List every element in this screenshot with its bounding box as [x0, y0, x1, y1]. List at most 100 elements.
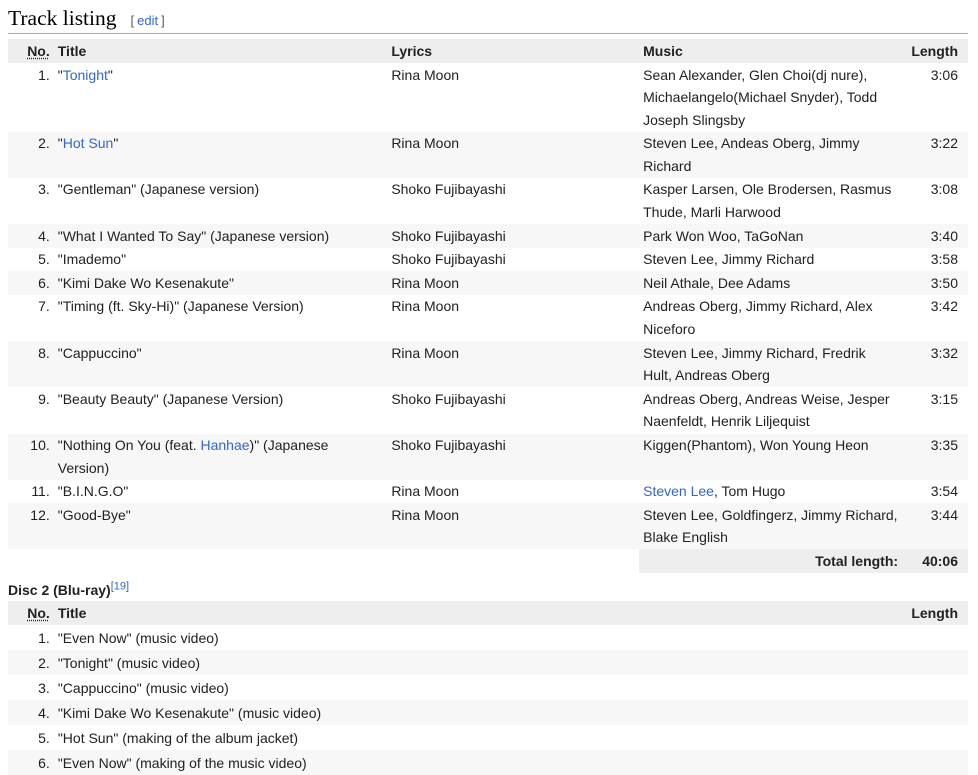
table-row: 3. "Gentleman" (Japanese version) Shoko Fu…	[8, 178, 968, 224]
track-number: 6.	[8, 271, 54, 295]
table-row: 7. "Timing (ft. Sky-Hi)" (Japanese Versio…	[8, 295, 968, 341]
track-length: 3:44	[902, 503, 968, 550]
track-length: 3:32	[902, 341, 968, 388]
track-number: 2.	[8, 131, 54, 178]
title-link[interactable]: Tonight	[63, 67, 108, 83]
track-lyrics: Rina Moon	[391, 298, 460, 315]
track-length: 3:58	[930, 251, 958, 268]
track-number: 12.	[8, 503, 54, 550]
track-number: 4.	[8, 224, 54, 248]
track-lyrics: Rina Moon	[387, 503, 640, 550]
track-title: "Nothing On You (feat. Hanhae)" (Japanes…	[53, 433, 388, 480]
table-row: 2. "Tonight" (music video)	[8, 650, 968, 676]
track-lyrics: Rina Moon	[391, 483, 460, 500]
track-length: 3:54	[930, 483, 958, 500]
track-lyrics: Rina Moon	[387, 341, 640, 388]
track-music: Steven Lee, Jimmy Richard, Fredrik Hult,…	[639, 341, 903, 388]
title-link[interactable]: Hot Sun	[63, 135, 114, 151]
track-title: "Gentleman" (Japanese version)	[57, 181, 260, 198]
track-title: "Tonight" (music video)	[53, 650, 903, 676]
header-length: Length	[902, 601, 968, 626]
track-title: "Good-Bye"	[53, 503, 388, 550]
edit-link[interactable]: edit	[137, 13, 158, 28]
track-lyrics: Rina Moon	[387, 271, 640, 295]
track-length: 3:06	[930, 66, 958, 83]
track-number: 6.	[8, 750, 54, 775]
track-length	[902, 625, 968, 650]
table-row: 6. "Even Now" (making of the music video)	[8, 750, 968, 775]
table-row: 8. "Cappuccino" Rina Moon Steven Lee, Jimmy…	[8, 341, 968, 388]
disc1-tracklist-table: No. Title Lyrics Music Length 1. "Tonight…	[8, 39, 968, 574]
track-lyrics: Rina Moon	[387, 131, 640, 178]
track-title: "Cappuccino" (music video)	[57, 679, 229, 696]
track-title: "Hot Sun" (making of the album jacket)	[57, 729, 299, 746]
section-heading: Track listing [edit]	[8, 0, 968, 34]
total-label: Total length:	[639, 549, 903, 574]
track-music: Kasper Larsen, Ole Brodersen, Rasmus Thu…	[643, 181, 892, 221]
track-title: "Even Now" (music video)	[57, 629, 219, 646]
header-title: Title	[53, 39, 388, 63]
track-lyrics: Rina Moon	[391, 66, 460, 83]
track-length: 3:15	[930, 390, 958, 407]
track-length: 3:40	[902, 224, 968, 248]
track-music: Andreas Oberg, Andreas Weise, Jesper Nae…	[643, 390, 890, 430]
track-title: "Hot Sun"	[53, 131, 388, 178]
track-number: 9.	[38, 390, 50, 407]
track-number: 3.	[38, 181, 50, 198]
track-number: 7.	[38, 298, 50, 315]
page: Track listing [edit] No. Title Lyrics Mu…	[8, 0, 968, 775]
track-title: "Timing (ft. Sky-Hi)" (Japanese Version)	[57, 298, 304, 315]
table-row: 12. "Good-Bye" Rina Moon Steven Lee, Goldfi…	[8, 503, 968, 550]
header-title: Title	[53, 601, 903, 626]
track-length	[902, 700, 968, 726]
track-length: 3:50	[902, 271, 968, 295]
track-lyrics: Shoko Fujibayashi	[387, 433, 640, 480]
music-link[interactable]: Steven Lee	[643, 483, 714, 499]
track-length: 3:08	[930, 181, 958, 198]
track-length	[902, 650, 968, 676]
header-no: No.	[8, 39, 54, 63]
track-number: 11.	[31, 483, 50, 500]
table-row: 4. "What I Wanted To Say" (Japanese versi…	[8, 224, 968, 248]
reference-link[interactable]: [19]	[111, 580, 129, 592]
track-length: 3:42	[930, 298, 958, 315]
track-number: 5.	[38, 729, 50, 746]
track-music: Sean Alexander, Glen Choi(dj nure), Mich…	[643, 66, 878, 128]
header-length: Length	[902, 39, 968, 63]
table-row: 5. "Imademo" Shoko Fujibayashi Steven Lee, …	[8, 248, 968, 272]
track-number: 4.	[8, 700, 54, 726]
track-lyrics: Shoko Fujibayashi	[391, 181, 506, 198]
table-row: 11. "B.I.N.G.O" Rina Moon Steven Lee, Tom H…	[8, 480, 968, 504]
track-title: "Kimi Dake Wo Kesenakute"	[53, 271, 388, 295]
track-lyrics: Shoko Fujibayashi	[391, 251, 506, 268]
track-length: 3:35	[902, 433, 968, 480]
header-no: No.	[8, 601, 54, 626]
track-title: "What I Wanted To Say" (Japanese version…	[53, 224, 388, 248]
track-number: 1.	[38, 629, 50, 646]
track-music: Steven Lee, Tom Hugo	[643, 483, 786, 500]
table-row: 5. "Hot Sun" (making of the album jacket)	[8, 725, 968, 750]
header-lyrics: Lyrics	[387, 39, 640, 63]
header-music: Music	[639, 39, 903, 63]
track-number: 1.	[38, 66, 50, 83]
track-title: "Cappuccino"	[53, 341, 388, 388]
total-row: Total length: 40:06	[8, 549, 968, 574]
track-title: "Even Now" (making of the music video)	[53, 750, 903, 775]
title-link[interactable]: Hanhae	[200, 437, 249, 453]
track-music: Steven Lee, Andeas Oberg, Jimmy Richard	[639, 131, 903, 178]
table-header-row: No. Title Lyrics Music Length	[8, 39, 968, 63]
disc2-heading: Disc 2 (Blu-ray)[19]	[8, 579, 968, 601]
track-length: 3:22	[902, 131, 968, 178]
track-number: 10.	[8, 433, 54, 480]
track-length	[902, 725, 968, 750]
track-title: "Kimi Dake Wo Kesenakute" (music video)	[53, 700, 903, 726]
track-title: "Imademo"	[57, 251, 127, 268]
track-music: Steven Lee, Jimmy Richard	[643, 251, 815, 268]
table-row: 2. "Hot Sun" Rina Moon Steven Lee, Andeas O…	[8, 131, 968, 178]
track-number: 3.	[38, 679, 50, 696]
track-music: Steven Lee, Goldfingerz, Jimmy Richard, …	[639, 503, 903, 550]
track-music: Park Won Woo, TaGoNan	[639, 224, 903, 248]
track-length	[902, 675, 968, 700]
track-music: Kiggen(Phantom), Won Young Heon	[639, 433, 903, 480]
track-title: "Beauty Beauty" (Japanese Version)	[57, 390, 284, 407]
